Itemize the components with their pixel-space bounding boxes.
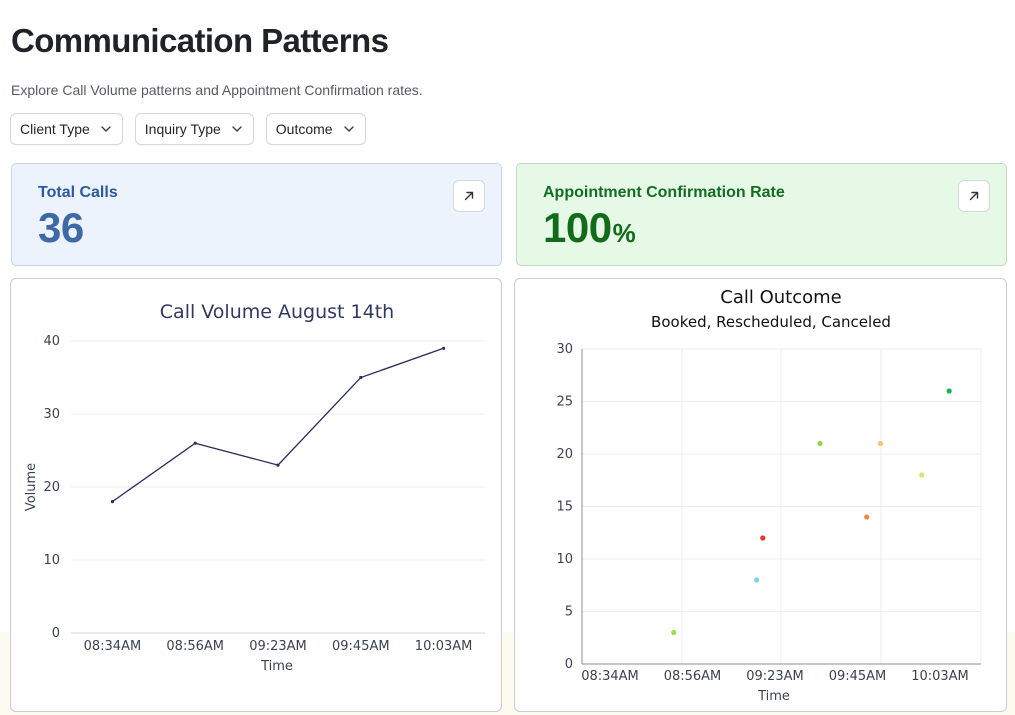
total-calls-value: 36 bbox=[38, 204, 84, 252]
confirmation-rate-value: 100% bbox=[543, 204, 636, 252]
y-tick-label: 15 bbox=[556, 500, 573, 515]
data-point[interactable] bbox=[110, 500, 114, 504]
scatter-point[interactable] bbox=[946, 388, 952, 394]
call-outcome-scatter-chart: 0 5 10 15 20 25 30 08:34AM 08:56AM 09:23AM 09:45A… bbox=[556, 287, 982, 704]
y-tick-label: 30 bbox=[43, 407, 60, 422]
y-tick-label: 0 bbox=[565, 657, 573, 672]
page-subtitle: Explore Call Volume patterns and Appoint… bbox=[11, 82, 423, 98]
inquiry-type-filter-label: Inquiry Type bbox=[144, 121, 221, 137]
x-tick-label: 08:34AM bbox=[581, 669, 639, 684]
total-calls-card: Total Calls 36 bbox=[11, 163, 502, 266]
outcome-filter-label: Outcome bbox=[275, 121, 333, 137]
total-calls-number: 36 bbox=[38, 204, 84, 251]
y-tick-label: 25 bbox=[556, 395, 573, 410]
call-outcome-chart-card: 0 5 10 15 20 25 30 08:34AM 08:56AM 09:23AM 09:45A… bbox=[514, 278, 1007, 712]
scatter-point[interactable] bbox=[760, 535, 766, 541]
client-type-filter[interactable]: Client Type bbox=[10, 113, 123, 145]
x-tick-label: 08:34AM bbox=[84, 639, 142, 654]
chart-title: Call Outcome bbox=[720, 287, 841, 308]
filter-bar: Client Type Inquiry Type Outcome bbox=[10, 113, 366, 145]
x-tick-label: 08:56AM bbox=[664, 669, 722, 684]
y-tick-label: 0 bbox=[52, 626, 60, 641]
scatter-point[interactable] bbox=[817, 440, 823, 447]
x-tick-label: 08:56AM bbox=[166, 639, 224, 654]
y-tick-label: 10 bbox=[556, 552, 573, 567]
confirmation-rate-unit: % bbox=[612, 218, 636, 248]
scatter-point[interactable] bbox=[754, 577, 760, 583]
confirmation-rate-number: 100 bbox=[543, 204, 612, 251]
y-tick-label: 20 bbox=[556, 447, 573, 462]
x-tick-label: 09:23AM bbox=[746, 669, 804, 684]
confirmation-rate-label: Appointment Confirmation Rate bbox=[543, 184, 785, 201]
x-tick-label: 09:45AM bbox=[829, 669, 887, 684]
chart-subtitle: Booked, Rescheduled, Canceled bbox=[651, 313, 891, 331]
total-calls-label: Total Calls bbox=[38, 184, 118, 201]
x-axis-label: Time bbox=[260, 659, 293, 674]
scatter-point[interactable] bbox=[864, 514, 870, 520]
scatter-point[interactable] bbox=[919, 472, 925, 478]
call-volume-line-chart: 0 10 20 30 40 08:34AM 08:56AM 09:23AM 09:45AM 10… bbox=[24, 301, 485, 674]
y-tick-label: 20 bbox=[43, 480, 60, 495]
data-point[interactable] bbox=[193, 441, 197, 445]
chevron-down-icon bbox=[343, 126, 354, 132]
external-link-icon bbox=[969, 191, 979, 201]
chevron-down-icon bbox=[232, 126, 242, 132]
call-volume-chart-card: 0 10 20 30 40 08:34AM 08:56AM 09:23AM 09:45AM 10… bbox=[10, 278, 502, 712]
confirmation-rate-expand-button[interactable] bbox=[958, 180, 990, 212]
y-tick-label: 5 bbox=[565, 605, 573, 620]
y-tick-label: 30 bbox=[556, 342, 573, 357]
scatter-point[interactable] bbox=[877, 440, 884, 447]
chart-title: Call Volume August 14th bbox=[160, 301, 394, 323]
outcome-filter[interactable]: Outcome bbox=[265, 113, 366, 145]
data-point[interactable] bbox=[276, 463, 280, 467]
page-title: Communication Patterns bbox=[11, 22, 389, 59]
x-tick-label: 09:23AM bbox=[249, 639, 307, 654]
total-calls-expand-button[interactable] bbox=[453, 180, 485, 212]
chevron-down-icon bbox=[101, 126, 111, 132]
client-type-filter-label: Client Type bbox=[20, 121, 90, 137]
y-tick-label: 40 bbox=[43, 334, 60, 349]
x-axis-label: Time bbox=[757, 689, 790, 704]
x-tick-label: 10:03AM bbox=[911, 669, 969, 684]
series-line bbox=[112, 347, 444, 503]
x-tick-label: 09:45AM bbox=[332, 639, 390, 654]
scatter-point[interactable] bbox=[671, 629, 677, 636]
data-point[interactable] bbox=[359, 375, 363, 380]
external-link-icon bbox=[464, 191, 474, 201]
confirmation-rate-card: Appointment Confirmation Rate 100% bbox=[516, 163, 1007, 266]
y-tick-label: 10 bbox=[43, 553, 60, 568]
x-tick-label: 10:03AM bbox=[415, 639, 473, 654]
y-axis-label: Volume bbox=[24, 463, 39, 511]
data-point[interactable] bbox=[442, 346, 446, 350]
inquiry-type-filter[interactable]: Inquiry Type bbox=[134, 113, 254, 145]
